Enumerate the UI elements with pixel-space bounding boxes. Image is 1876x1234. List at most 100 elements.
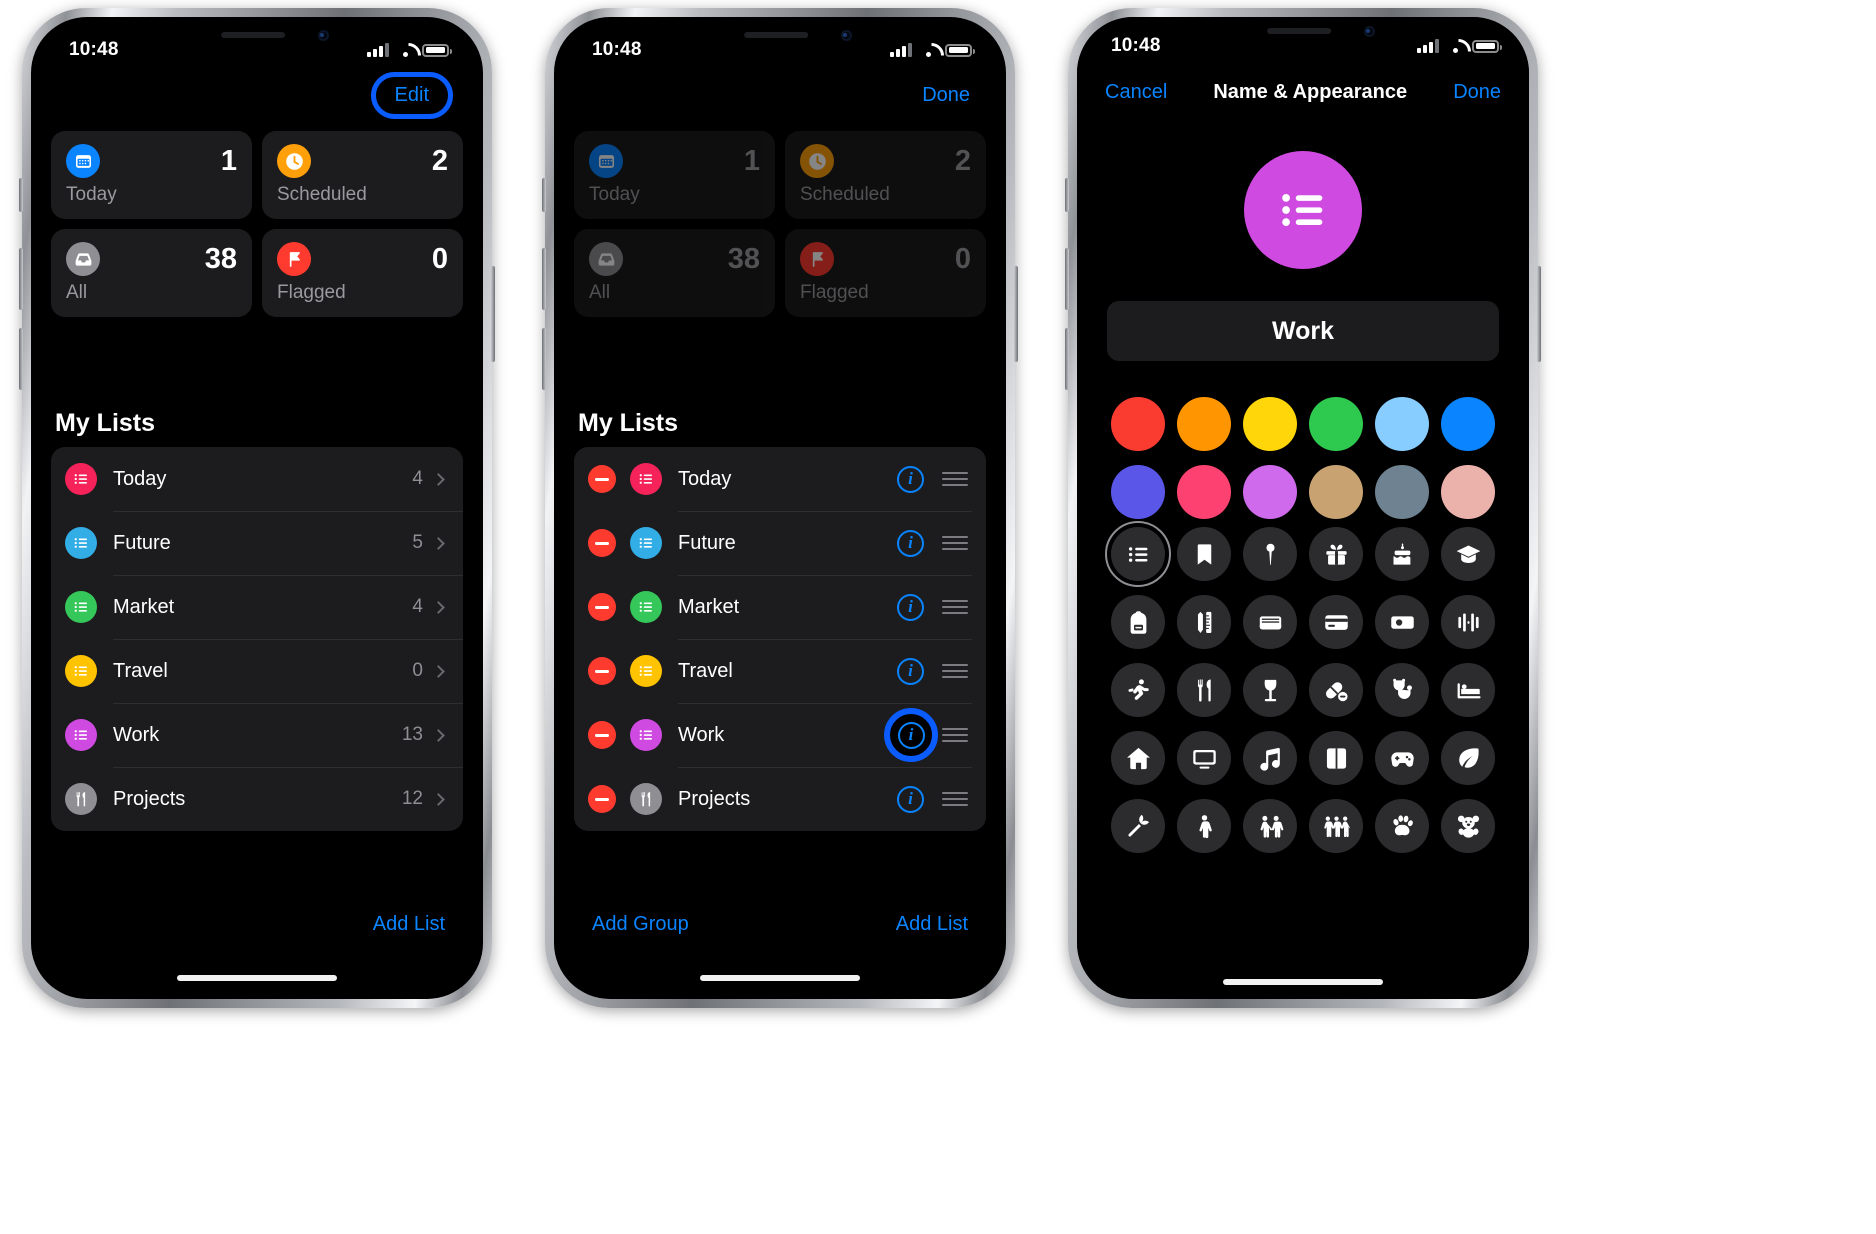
- cancel-button[interactable]: Cancel: [1099, 78, 1173, 107]
- list-item[interactable]: Work i: [574, 703, 986, 767]
- icon-option-carrot-icon[interactable]: [1111, 799, 1165, 853]
- icon-option-teddy-bear-icon[interactable]: [1441, 799, 1495, 853]
- smart-card-all[interactable]: 38 All: [51, 229, 252, 317]
- list-info-button[interactable]: i: [897, 593, 924, 621]
- icon-option-pin-icon[interactable]: [1243, 527, 1297, 581]
- smart-card-today[interactable]: 1 Today: [51, 131, 252, 219]
- list-item[interactable]: Market 4: [51, 575, 463, 639]
- icon-option-backpack-icon[interactable]: [1111, 595, 1165, 649]
- smart-card-label: All: [589, 282, 611, 303]
- list-info-button[interactable]: i: [897, 657, 924, 685]
- volume-down-button[interactable]: [19, 328, 23, 390]
- icon-option-pencil-ruler-icon[interactable]: [1177, 595, 1231, 649]
- icon-option-bookmark-icon[interactable]: [1177, 527, 1231, 581]
- power-button[interactable]: [1537, 266, 1541, 362]
- icon-option-music-note-icon[interactable]: [1243, 731, 1297, 785]
- delete-list-button[interactable]: [588, 465, 616, 493]
- icon-option-cake-icon[interactable]: [1375, 527, 1429, 581]
- icon-option-stethoscope-icon[interactable]: [1375, 663, 1429, 717]
- volume-up-button[interactable]: [542, 248, 546, 310]
- home-indicator[interactable]: [177, 975, 337, 981]
- power-button[interactable]: [491, 266, 495, 362]
- icon-option-running-icon[interactable]: [1111, 663, 1165, 717]
- icon-option-graduation-cap-icon[interactable]: [1441, 527, 1495, 581]
- icon-option-two-people-icon[interactable]: [1243, 799, 1297, 853]
- icon-option-wallet-icon[interactable]: [1243, 595, 1297, 649]
- mute-switch[interactable]: [542, 178, 546, 212]
- icon-option-pills-icon[interactable]: [1309, 663, 1363, 717]
- list-item[interactable]: Travel 0: [51, 639, 463, 703]
- color-swatch-indigo[interactable]: [1111, 465, 1165, 519]
- power-button[interactable]: [1014, 266, 1018, 362]
- add-list-button[interactable]: Add List: [890, 910, 974, 939]
- list-info-button[interactable]: i: [897, 465, 924, 493]
- icon-option-chart-bars-icon[interactable]: [1441, 595, 1495, 649]
- reorder-handle-icon[interactable]: [942, 468, 968, 491]
- delete-list-button[interactable]: [588, 657, 616, 685]
- list-item[interactable]: Today i: [574, 447, 986, 511]
- list-item[interactable]: Market i: [574, 575, 986, 639]
- color-swatch-slate-gray[interactable]: [1375, 465, 1429, 519]
- icon-option-leaf-icon[interactable]: [1441, 731, 1495, 785]
- icon-option-wine-glass-icon[interactable]: [1243, 663, 1297, 717]
- icon-option-fork-knife-icon[interactable]: [1177, 663, 1231, 717]
- color-swatch-orange[interactable]: [1177, 397, 1231, 451]
- list-item[interactable]: Future i: [574, 511, 986, 575]
- mute-switch[interactable]: [1065, 178, 1069, 212]
- delete-list-button[interactable]: [588, 785, 616, 813]
- add-group-button[interactable]: Add Group: [586, 910, 695, 939]
- color-swatch-red[interactable]: [1111, 397, 1165, 451]
- done-button[interactable]: Done: [1447, 78, 1507, 107]
- icon-option-money-icon[interactable]: [1375, 595, 1429, 649]
- mute-switch[interactable]: [19, 178, 23, 212]
- list-item[interactable]: Future 5: [51, 511, 463, 575]
- smart-card-flagged[interactable]: 0 Flagged: [262, 229, 463, 317]
- color-swatch-violet[interactable]: [1243, 465, 1297, 519]
- list-info-button[interactable]: i: [897, 721, 925, 749]
- smart-card-scheduled[interactable]: 2 Scheduled: [262, 131, 463, 219]
- reorder-handle-icon[interactable]: [942, 788, 968, 811]
- icon-option-tv-icon[interactable]: [1177, 731, 1231, 785]
- list-item[interactable]: Projects i: [574, 767, 986, 831]
- reorder-handle-icon[interactable]: [942, 596, 968, 619]
- icon-option-book-icon[interactable]: [1309, 731, 1363, 785]
- color-swatch-light-pink[interactable]: [1441, 465, 1495, 519]
- color-swatch-blue[interactable]: [1441, 397, 1495, 451]
- home-indicator[interactable]: [1223, 979, 1383, 985]
- color-swatch-tan[interactable]: [1309, 465, 1363, 519]
- delete-list-button[interactable]: [588, 593, 616, 621]
- reorder-handle-icon[interactable]: [942, 660, 968, 683]
- volume-up-button[interactable]: [19, 248, 23, 310]
- icon-option-paw-icon[interactable]: [1375, 799, 1429, 853]
- volume-down-button[interactable]: [1065, 328, 1069, 390]
- icon-option-gamepad-icon[interactable]: [1375, 731, 1429, 785]
- delete-list-button[interactable]: [588, 529, 616, 557]
- color-swatch-light-blue[interactable]: [1375, 397, 1429, 451]
- volume-up-button[interactable]: [1065, 248, 1069, 310]
- icon-option-credit-card-icon[interactable]: [1309, 595, 1363, 649]
- icon-option-three-people-icon[interactable]: [1309, 799, 1363, 853]
- icon-option-bed-icon[interactable]: [1441, 663, 1495, 717]
- color-swatch-pink[interactable]: [1177, 465, 1231, 519]
- list-item[interactable]: Travel i: [574, 639, 986, 703]
- color-swatch-green[interactable]: [1309, 397, 1363, 451]
- list-item[interactable]: Work 13: [51, 703, 463, 767]
- reorder-handle-icon[interactable]: [942, 724, 968, 747]
- list-info-button[interactable]: i: [897, 529, 924, 557]
- volume-down-button[interactable]: [542, 328, 546, 390]
- list-item[interactable]: Today 4: [51, 447, 463, 511]
- icon-option-person-icon[interactable]: [1177, 799, 1231, 853]
- list-item[interactable]: Projects 12: [51, 767, 463, 831]
- icon-option-gift-icon[interactable]: [1309, 527, 1363, 581]
- icon-option-list-bullet-icon[interactable]: [1105, 521, 1171, 587]
- home-indicator[interactable]: [700, 975, 860, 981]
- list-name-input[interactable]: Work: [1107, 301, 1499, 361]
- done-button[interactable]: Done: [916, 81, 976, 110]
- color-swatch-yellow[interactable]: [1243, 397, 1297, 451]
- icon-option-house-icon[interactable]: [1111, 731, 1165, 785]
- reorder-handle-icon[interactable]: [942, 532, 968, 555]
- delete-list-button[interactable]: [588, 721, 616, 749]
- add-list-button[interactable]: Add List: [367, 910, 451, 939]
- edit-button[interactable]: Edit: [395, 84, 429, 107]
- list-info-button[interactable]: i: [897, 785, 924, 813]
